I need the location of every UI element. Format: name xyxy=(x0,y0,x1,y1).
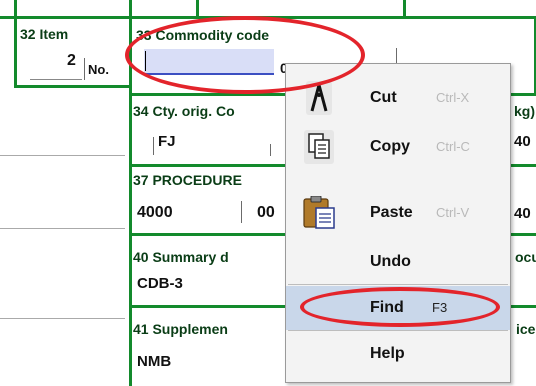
country-origin-value[interactable]: FJ xyxy=(158,133,176,150)
menu-item-copy[interactable]: Copy Ctrl-C xyxy=(286,125,510,169)
menu-item-find[interactable]: Find F3 xyxy=(286,286,510,330)
box-41-label: 41 Supplemen xyxy=(133,321,228,337)
item-unit-label: No. xyxy=(88,62,109,77)
menu-item-paste-label: Paste xyxy=(370,204,413,221)
menu-item-find-label: Find xyxy=(370,299,404,316)
menu-item-find-shortcut: F3 xyxy=(432,300,448,315)
copy-icon xyxy=(300,130,338,164)
paste-icon xyxy=(300,195,338,230)
item-number-value[interactable]: 2 xyxy=(67,52,76,70)
menu-item-paste[interactable]: Paste Ctrl-V xyxy=(286,191,510,235)
box-37-label: 37 PROCEDURE xyxy=(133,172,242,188)
box-40-right-label-fragment: ocu xyxy=(515,249,536,265)
box-33-label: 33 Commodity code xyxy=(136,27,270,43)
menu-item-undo-label: Undo xyxy=(370,253,411,270)
box-35-label-fragment: kg) xyxy=(514,103,535,119)
menu-item-copy-label: Copy xyxy=(370,138,410,155)
box-41-right-label-fragment: ice xyxy=(516,321,536,337)
scissors-icon xyxy=(300,81,338,115)
box-34-label: 34 Cty. orig. Co xyxy=(133,103,235,119)
context-menu: Cut Ctrl-X Copy Ctrl-C Paste Ctrl-V Undo… xyxy=(285,63,511,383)
menu-item-help-label: Help xyxy=(370,345,405,362)
menu-separator xyxy=(288,330,508,331)
text-cursor xyxy=(145,51,146,71)
menu-separator xyxy=(288,284,508,285)
menu-item-cut[interactable]: Cut Ctrl-X xyxy=(286,76,510,120)
menu-item-help[interactable]: Help xyxy=(286,332,510,376)
gross-mass-value-fragment[interactable]: 40 xyxy=(514,133,531,150)
box-37-right-value-fragment[interactable]: 40 xyxy=(514,205,531,222)
menu-item-cut-shortcut: Ctrl-X xyxy=(436,90,470,105)
menu-item-cut-label: Cut xyxy=(370,89,397,106)
procedure-code-value[interactable]: 4000 xyxy=(137,204,173,222)
menu-item-paste-shortcut: Ctrl-V xyxy=(436,205,470,220)
menu-item-undo[interactable]: Undo xyxy=(286,240,510,284)
box-40-label: 40 Summary d xyxy=(133,249,229,265)
supplementary-units-value[interactable]: NMB xyxy=(137,353,171,370)
menu-item-copy-shortcut: Ctrl-C xyxy=(436,139,470,154)
summary-declaration-value[interactable]: CDB-3 xyxy=(137,275,183,292)
procedure-suffix-value[interactable]: 00 xyxy=(257,204,275,222)
box-32-label: 32 Item xyxy=(20,26,69,42)
commodity-code-input[interactable] xyxy=(144,49,274,75)
